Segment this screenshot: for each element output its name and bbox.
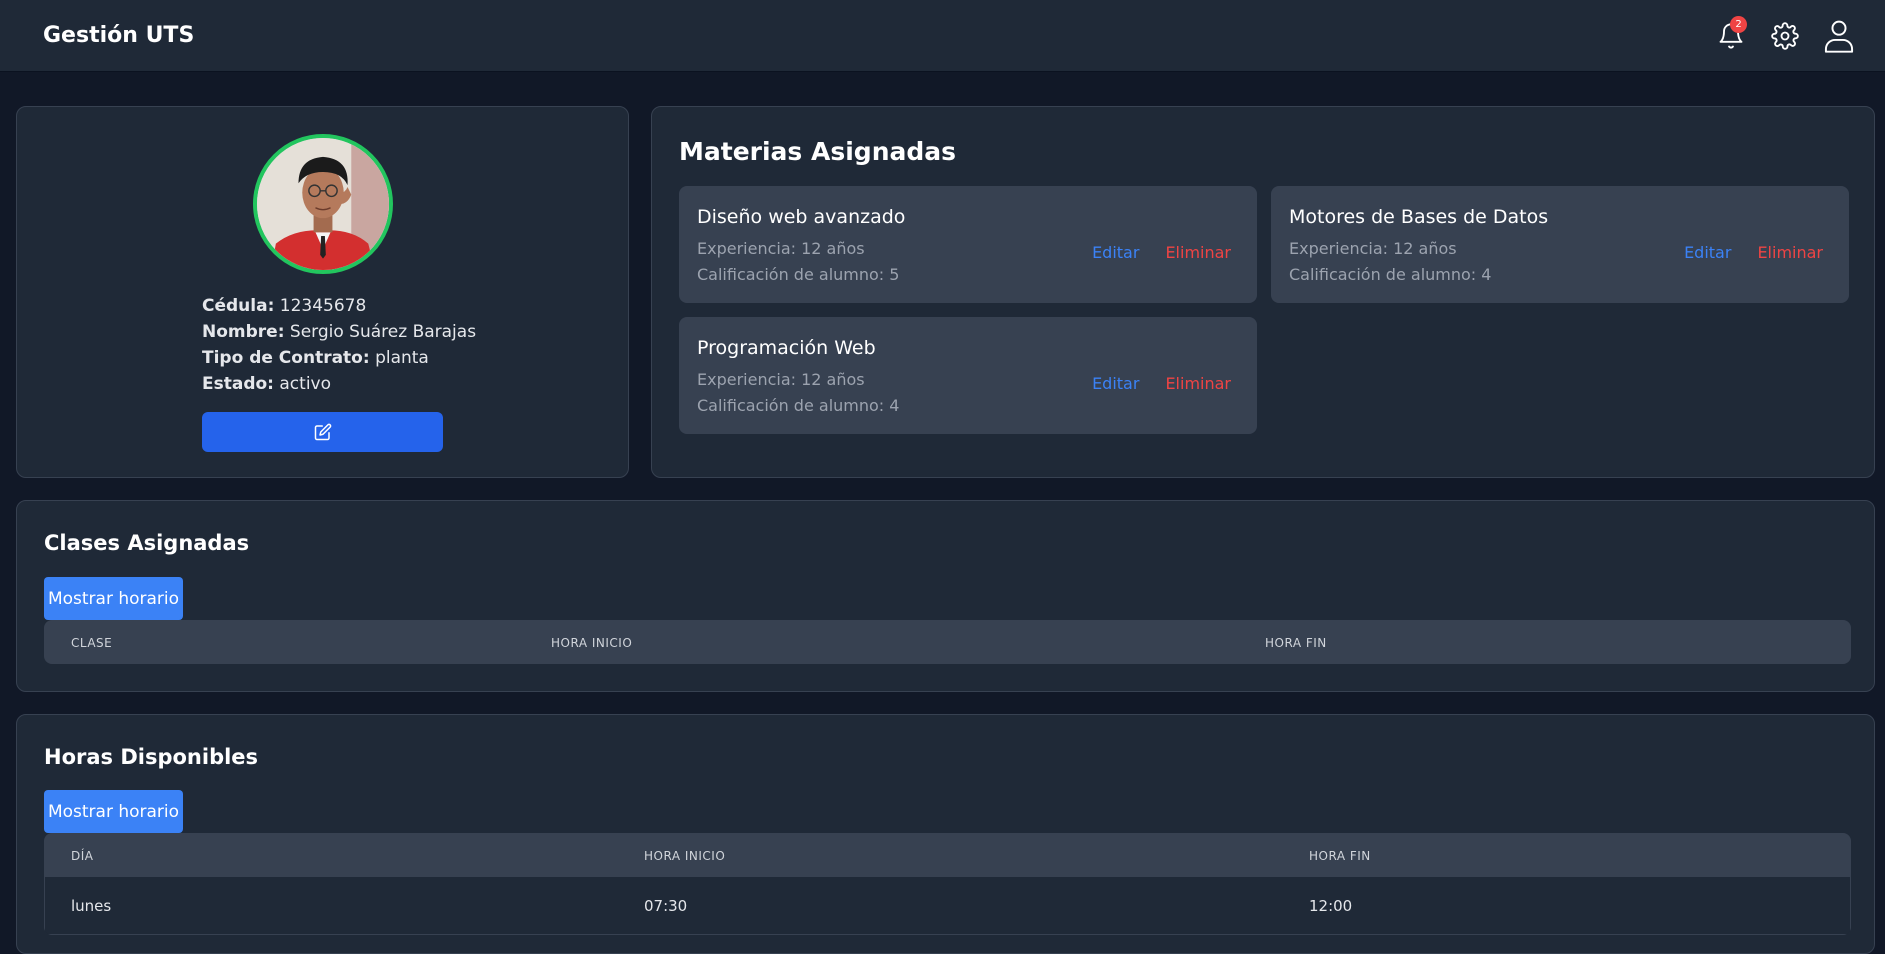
subject-meta: Experiencia: 12 años Calificación de alu… (1289, 236, 1491, 288)
subject-actions: Editar Eliminar (1092, 243, 1231, 262)
notification-badge: 2 (1730, 15, 1747, 33)
show-classes-schedule-button[interactable]: Mostrar horario (44, 577, 183, 620)
pencil-square-icon (314, 423, 331, 441)
table-header: CLASE HORA INICIO HORA FIN (44, 620, 1851, 664)
column-header: HORA INICIO (551, 636, 633, 650)
subject-experience: Experiencia: 12 años (1289, 239, 1457, 258)
cell-end: 12:00 (1309, 897, 1353, 915)
estado-value: activo (279, 374, 332, 394)
show-hours-schedule-button[interactable]: Mostrar horario (44, 790, 183, 833)
estado-row: Estado: activo (202, 371, 476, 397)
classes-card: Clases Asignadas Mostrar horario CLASE H… (16, 500, 1875, 692)
subject-rating: Calificación de alumno: 4 (1289, 265, 1492, 284)
profile-details: Cédula: 12345678 Nombre: Sergio Suárez B… (202, 293, 476, 397)
user-menu-button[interactable] (1823, 20, 1855, 53)
subject-rating: Calificación de alumno: 5 (697, 265, 900, 284)
subject-experience: Experiencia: 12 años (697, 370, 865, 389)
column-header: HORA FIN (1265, 636, 1327, 650)
profile-card: Cédula: 12345678 Nombre: Sergio Suárez B… (16, 106, 629, 478)
delete-subject-link[interactable]: Eliminar (1165, 243, 1231, 262)
navbar-actions: 2 (1715, 15, 1855, 53)
delete-subject-link[interactable]: Eliminar (1165, 374, 1231, 393)
column-header: HORA INICIO (644, 849, 726, 863)
subject-name: Motores de Bases de Datos (1289, 206, 1549, 228)
subject-card: Programación Web Experiencia: 12 años Ca… (679, 317, 1257, 434)
app-brand[interactable]: Gestión UTS (43, 23, 194, 48)
subject-actions: Editar Eliminar (1092, 374, 1231, 393)
estado-label: Estado: (202, 374, 274, 394)
subject-meta: Experiencia: 12 años Calificación de alu… (697, 367, 899, 419)
table-header: DÍA HORA INICIO HORA FIN (44, 833, 1851, 877)
delete-subject-link[interactable]: Eliminar (1757, 243, 1823, 262)
nombre-label: Nombre: (202, 322, 285, 342)
subject-name: Programación Web (697, 337, 876, 359)
column-header: HORA FIN (1309, 849, 1371, 863)
profile-avatar (253, 134, 393, 274)
hours-title: Horas Disponibles (44, 745, 259, 769)
edit-subject-link[interactable]: Editar (1092, 374, 1139, 393)
column-header: CLASE (71, 636, 113, 650)
settings-button[interactable] (1769, 20, 1801, 52)
contrato-value: planta (375, 348, 429, 368)
subject-experience: Experiencia: 12 años (697, 239, 865, 258)
cell-day: lunes (71, 897, 112, 915)
edit-profile-button[interactable] (202, 412, 443, 452)
subject-card: Diseño web avanzado Experiencia: 12 años… (679, 186, 1257, 303)
subject-actions: Editar Eliminar (1684, 243, 1823, 262)
subject-rating: Calificación de alumno: 4 (697, 396, 900, 415)
subject-name: Diseño web avanzado (697, 206, 906, 228)
hours-table: DÍA HORA INICIO HORA FIN lunes 07:30 12:… (44, 833, 1851, 935)
subjects-title: Materias Asignadas (679, 137, 957, 166)
cell-start: 07:30 (644, 897, 688, 915)
nombre-value: Sergio Suárez Barajas (289, 322, 477, 342)
top-navbar: Gestión UTS 2 (0, 0, 1885, 72)
classes-title: Clases Asignadas (44, 531, 250, 555)
gear-icon (1771, 21, 1799, 50)
nombre-row: Nombre: Sergio Suárez Barajas (202, 319, 476, 345)
cedula-label: Cédula: (202, 296, 275, 316)
edit-subject-link[interactable]: Editar (1092, 243, 1139, 262)
contrato-row: Tipo de Contrato: planta (202, 345, 476, 371)
available-hours-card: Horas Disponibles Mostrar horario DÍA HO… (16, 714, 1875, 954)
cedula-value: 12345678 (279, 296, 367, 316)
subject-meta: Experiencia: 12 años Calificación de alu… (697, 236, 899, 288)
edit-subject-link[interactable]: Editar (1684, 243, 1731, 262)
subjects-card: Materias Asignadas Diseño web avanzado E… (651, 106, 1875, 478)
column-header: DÍA (71, 849, 94, 863)
contrato-label: Tipo de Contrato: (202, 348, 370, 368)
subject-card: Motores de Bases de Datos Experiencia: 1… (1271, 186, 1849, 303)
cedula-row: Cédula: 12345678 (202, 293, 476, 319)
classes-table: CLASE HORA INICIO HORA FIN (44, 620, 1851, 664)
user-icon (1824, 20, 1854, 53)
table-row: lunes 07:30 12:00 (44, 877, 1851, 935)
avatar-photo (257, 138, 389, 270)
notifications-button[interactable]: 2 (1715, 15, 1747, 52)
